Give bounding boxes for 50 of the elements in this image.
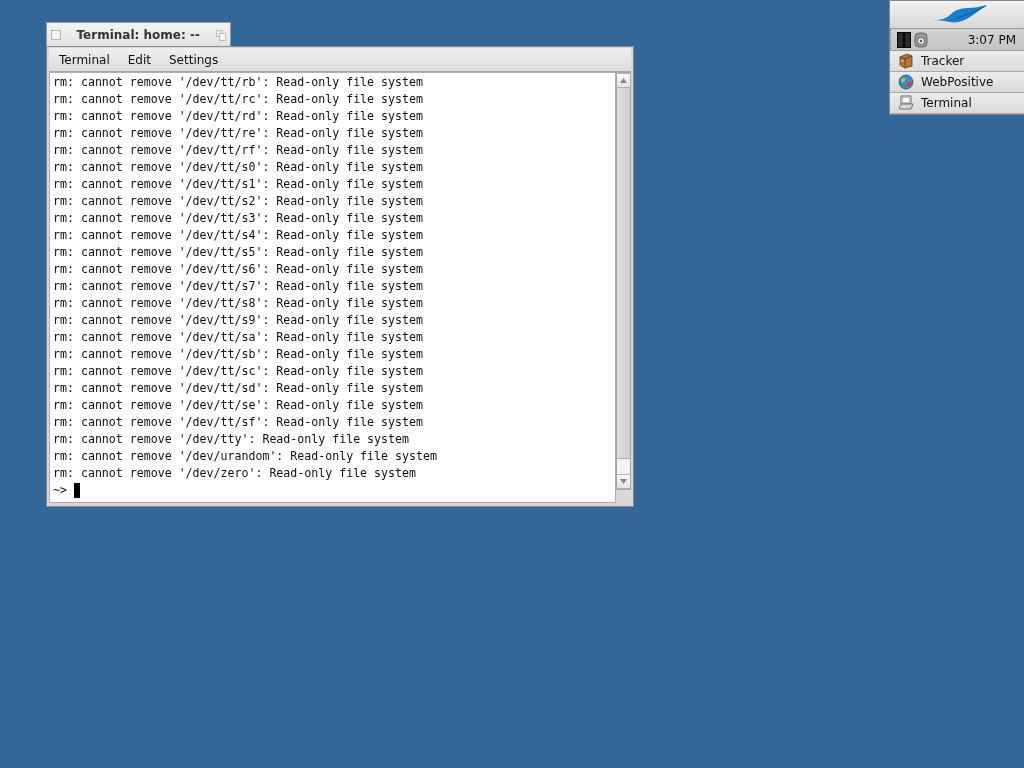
cabinet-icon (898, 53, 914, 69)
output-line: rm: cannot remove '/dev/tt/s0': Read-only file system (53, 159, 423, 176)
deskbar-app-item[interactable]: Tracker (890, 51, 1024, 72)
output-line: rm: cannot remove '/dev/tt/rc': Read-only file system (53, 91, 423, 108)
output-line: rm: cannot remove '/dev/tt/sd': Read-only file system (53, 380, 423, 397)
output-line: rm: cannot remove '/dev/tt/s2': Read-only file system (53, 193, 423, 210)
app-label: Tracker (921, 54, 965, 68)
output-line: rm: cannot remove '/dev/tt/se': Read-only file system (53, 397, 423, 414)
scroll-bar[interactable] (616, 72, 631, 490)
scroll-thumb[interactable] (617, 88, 630, 459)
menu-item[interactable]: Edit (118, 52, 160, 67)
cpu-meter-icon (897, 31, 911, 48)
speaker-icon[interactable] (914, 31, 928, 48)
menu-item[interactable]: Terminal (50, 52, 119, 67)
output-line: rm: cannot remove '/dev/tt/rb': Read-only file system (53, 74, 423, 91)
output-line: rm: cannot remove '/dev/tt/s5': Read-only file system (53, 244, 423, 261)
scroll-down-button[interactable] (617, 474, 630, 489)
output-line: rm: cannot remove '/dev/zero': Read-only file system (53, 465, 416, 482)
app-label: WebPositive (921, 75, 994, 89)
output-line: rm: cannot remove '/dev/tt/re': Read-only file system (53, 125, 423, 142)
output-line: rm: cannot remove '/dev/tt/sc': Read-only file system (53, 363, 423, 380)
deskbar-app-item[interactable]: Terminal (890, 93, 1024, 114)
output-line: rm: cannot remove '/dev/tt/sa': Read-only file system (53, 329, 423, 346)
output-line: rm: cannot remove '/dev/tt/rd': Read-only file system (53, 108, 423, 125)
up-arrow-icon (620, 78, 627, 83)
computer-icon (898, 95, 914, 111)
window-title: Terminal: home: -- (76, 28, 200, 42)
output-line: rm: cannot remove '/dev/tt/s6': Read-only file system (53, 261, 423, 278)
output-line: rm: cannot remove '/dev/tt/sf': Read-only file system (53, 414, 423, 431)
output-line: rm: cannot remove '/dev/tt/rf': Read-only file system (53, 142, 423, 159)
text-cursor-icon (73, 483, 80, 498)
app-label: Terminal (921, 96, 972, 110)
down-arrow-icon (620, 479, 627, 484)
output-line: rm: cannot remove '/dev/tt/s3': Read-only file system (53, 210, 423, 227)
output-line: rm: cannot remove '/dev/tt/s8': Read-only file system (53, 295, 423, 312)
output-line: rm: cannot remove '/dev/urandom': Read-only file system (53, 448, 437, 465)
clock[interactable]: 3:07 PM (967, 32, 1016, 47)
output-line: rm: cannot remove '/dev/tty': Read-only file system (53, 431, 409, 448)
globe-icon (898, 74, 914, 90)
output-line: rm: cannot remove '/dev/tt/s9': Read-only file system (53, 312, 423, 329)
scroll-up-button[interactable] (617, 73, 630, 88)
output-line: rm: cannot remove '/dev/tt/s1': Read-only file system (53, 176, 423, 193)
output-line: rm: cannot remove '/dev/tt/s7': Read-only file system (53, 278, 423, 295)
menu-item[interactable]: Settings (159, 52, 228, 67)
prompt: ~> (53, 482, 67, 499)
deskbar-app-item[interactable]: WebPositive (890, 72, 1024, 93)
close-icon[interactable] (51, 27, 61, 43)
output-line: rm: cannot remove '/dev/tt/sb': Read-only file system (53, 346, 423, 363)
deskbar-logo[interactable] (890, 1, 1024, 29)
output-line: rm: cannot remove '/dev/tt/s4': Read-only file system (53, 227, 423, 244)
